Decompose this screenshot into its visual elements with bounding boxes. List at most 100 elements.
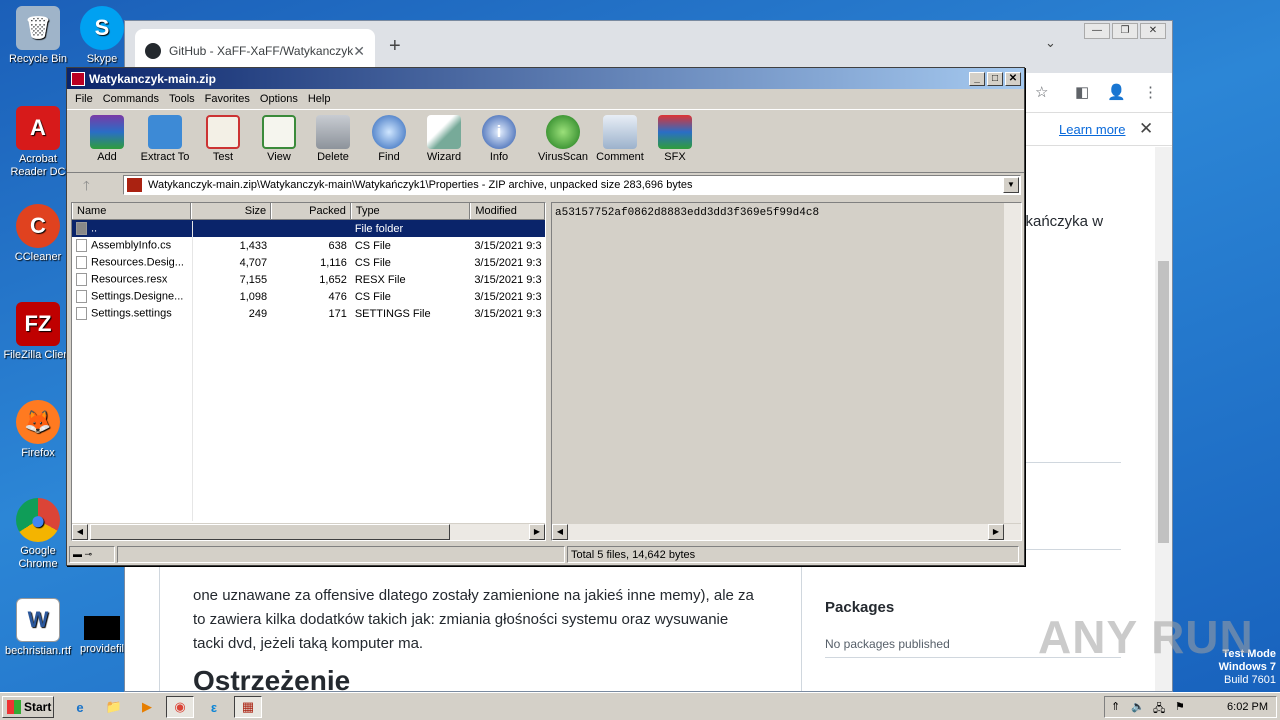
toolbar-label: Find — [378, 151, 400, 163]
window-title: Watykanczyk-main.zip — [89, 71, 216, 86]
file-icon — [76, 273, 87, 286]
menu-kebab-icon[interactable]: ⋮ — [1143, 83, 1158, 101]
ie-icon[interactable]: e — [66, 696, 94, 718]
chevron-down-icon[interactable]: ▼ — [1003, 177, 1019, 193]
file-list: Name Size Packed Type Modified .. File f… — [71, 202, 546, 541]
winrar-menubar: File Commands Tools Favorites Options He… — [67, 89, 1024, 109]
horizontal-scrollbar[interactable]: ◀ ▶ — [72, 523, 545, 540]
tab-search-chevron-icon[interactable]: ⌄ — [1045, 35, 1056, 51]
status-total: Total 5 files, 14,642 bytes — [567, 546, 1019, 563]
vertical-scrollbar[interactable] — [1004, 203, 1021, 525]
scrollbar-thumb[interactable] — [90, 524, 450, 540]
volume-icon[interactable]: 🔈 — [1131, 700, 1145, 713]
test-button[interactable]: Test — [193, 112, 253, 163]
desktop-icon-skype[interactable]: S Skype — [72, 6, 132, 66]
close-icon[interactable]: ✕ — [1139, 119, 1153, 139]
file-row[interactable]: Resources.resx 7,155 1,652 RESX File 3/1… — [72, 271, 545, 288]
column-packed[interactable]: Packed — [271, 203, 351, 219]
toolbar-label: Add — [97, 151, 117, 163]
start-button[interactable]: Start — [2, 696, 54, 718]
minimize-button[interactable]: — — [1084, 23, 1110, 39]
file-row[interactable]: Settings.settings 249 171 SETTINGS File … — [72, 305, 545, 322]
profile-icon[interactable]: 👤 — [1107, 83, 1126, 101]
show-hidden-icons-icon[interactable]: ⇑ — [1111, 700, 1120, 713]
maximize-button[interactable]: ❐ — [1112, 23, 1138, 39]
address-field[interactable]: Watykanczyk-main.zip\Watykanczyk-main\Wa… — [123, 175, 1021, 195]
scroll-left-icon[interactable]: ◀ — [552, 524, 568, 540]
star-icon[interactable]: ☆ — [1035, 83, 1048, 101]
comment-button[interactable]: Comment — [590, 112, 650, 163]
file-row[interactable]: Settings.Designe... 1,098 476 CS File 3/… — [72, 288, 545, 305]
file-modified: 3/15/2021 9:3 — [474, 307, 542, 320]
menu-favorites[interactable]: Favorites — [200, 93, 255, 105]
column-modified[interactable]: Modified — [470, 203, 545, 219]
file-row[interactable]: AssemblyInfo.cs 1,433 638 CS File 3/15/2… — [72, 237, 545, 254]
winrar-titlebar[interactable]: Watykanczyk-main.zip _ □ ✕ — [67, 68, 1024, 89]
wizard-button[interactable]: Wizard — [414, 112, 474, 163]
virusscan-button[interactable]: VirusScan — [533, 112, 593, 163]
edge-icon[interactable]: ε — [200, 696, 228, 718]
file-type: CS File — [354, 239, 391, 252]
menu-options[interactable]: Options — [255, 93, 303, 105]
desktop-icon-filezilla[interactable]: FZ FileZilla Client — [0, 302, 76, 362]
packages-heading[interactable]: Packages — [825, 599, 894, 616]
new-tab-button[interactable]: + — [389, 35, 401, 58]
scroll-right-icon[interactable]: ▶ — [529, 524, 545, 540]
view-button[interactable]: View — [249, 112, 309, 163]
desktop-icon-chrome[interactable]: ● Google Chrome — [0, 498, 76, 571]
divider — [801, 567, 802, 691]
find-button[interactable]: Find — [359, 112, 419, 163]
scroll-right-icon[interactable]: ▶ — [988, 524, 1004, 540]
desktop-icon-recycle-bin[interactable]: 🗑 Recycle Bin — [0, 6, 76, 66]
winrar-icon — [71, 71, 85, 86]
file-row-parent[interactable]: .. File folder — [72, 220, 545, 237]
file-row[interactable]: Resources.Desig... 4,707 1,116 CS File 3… — [72, 254, 545, 271]
file-name: Settings.Designe... — [72, 290, 191, 303]
archive-icon — [127, 178, 142, 192]
drive-key-icon[interactable]: ▬ ⊸ — [69, 546, 115, 563]
desktop-icon-acrobat[interactable]: A Acrobat Reader DC — [0, 106, 76, 179]
minimize-button[interactable]: _ — [969, 71, 985, 86]
start-label: Start — [24, 700, 52, 714]
info-button[interactable]: i Info — [469, 112, 529, 163]
menu-file[interactable]: File — [70, 93, 98, 105]
desktop-icon-ccleaner[interactable]: C CCleaner — [0, 204, 76, 264]
maximize-button[interactable]: □ — [987, 71, 1003, 86]
sfx-button[interactable]: SFX — [645, 112, 705, 163]
skype-icon: S — [80, 6, 124, 50]
column-type[interactable]: Type — [350, 203, 471, 219]
close-button[interactable]: ✕ — [1140, 23, 1166, 39]
desktop-icon-rtf[interactable]: W bechristian.rtf — [0, 598, 76, 658]
desktop-icon-firefox[interactable]: 🦊 Firefox — [0, 400, 76, 460]
menu-help[interactable]: Help — [303, 93, 336, 105]
close-button[interactable]: ✕ — [1005, 71, 1021, 86]
winrar-taskbar-icon[interactable]: ▦ — [234, 696, 262, 718]
up-arrow-icon[interactable]: 🡑 — [83, 177, 90, 199]
learn-more-link[interactable]: Learn more — [1059, 122, 1125, 137]
desktop-icon-providefil[interactable]: providefil — [72, 598, 132, 656]
file-type: CS File — [354, 256, 391, 269]
scrollbar-thumb[interactable] — [1158, 261, 1169, 543]
explorer-icon[interactable]: 📁 — [100, 696, 128, 718]
action-center-icon[interactable]: ⚑ — [1175, 700, 1185, 713]
desktop-icon-label: Firefox — [21, 447, 55, 459]
file-packed: 476 — [328, 290, 347, 303]
clock[interactable]: 6:02 PM — [1227, 701, 1268, 713]
delete-button[interactable]: Delete — [303, 112, 363, 163]
close-tab-icon[interactable]: ✕ — [353, 43, 365, 60]
menu-tools[interactable]: Tools — [164, 93, 200, 105]
add-button[interactable]: Add — [77, 112, 137, 163]
desktop-icon-label: Recycle Bin — [8, 53, 68, 65]
scroll-left-icon[interactable]: ◀ — [72, 524, 88, 540]
network-icon[interactable]: 🖧 — [1153, 700, 1165, 719]
readme-text: to zawiera kilka dodatków takich jak: zm… — [193, 611, 729, 628]
media-player-icon[interactable]: ▶ — [133, 696, 161, 718]
extract-to-button[interactable]: Extract To — [135, 112, 195, 163]
column-name[interactable]: Name — [72, 203, 192, 219]
column-size[interactable]: Size — [191, 203, 272, 219]
horizontal-scrollbar[interactable]: ◀ ▶ — [552, 523, 1021, 540]
archive-add-icon — [90, 115, 124, 149]
chrome-taskbar-icon[interactable]: ◉ — [166, 696, 194, 718]
side-panel-icon[interactable]: ◧ — [1075, 83, 1089, 101]
menu-commands[interactable]: Commands — [98, 93, 164, 105]
